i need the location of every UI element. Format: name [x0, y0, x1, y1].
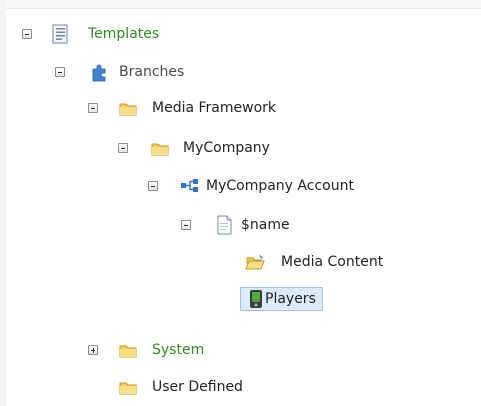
collapse-toggle-icon[interactable]	[55, 67, 65, 77]
tree-node-label[interactable]: $name	[238, 215, 293, 235]
hierarchy-icon	[180, 176, 200, 196]
player-icon	[246, 289, 266, 309]
tree-node-mycompany[interactable]: MyCompany	[0, 136, 481, 160]
folder-icon	[118, 98, 138, 118]
tree-node-media-content[interactable]: Media Content	[0, 250, 481, 274]
tree-node-label[interactable]: User Defined	[149, 377, 246, 397]
tree-node-branches[interactable]: Branches	[0, 60, 481, 84]
tree-node-templates[interactable]: Templates	[0, 22, 481, 46]
collapse-toggle-icon[interactable]	[118, 143, 128, 153]
collapse-toggle-icon[interactable]	[22, 29, 32, 39]
folder-icon	[118, 377, 138, 397]
template-document-icon	[50, 24, 70, 44]
branches-puzzle-icon	[90, 62, 110, 82]
tree-node-label[interactable]: Media Content	[278, 252, 386, 272]
tree-node-label[interactable]: Media Framework	[149, 98, 279, 118]
tree-node-label[interactable]: MyCompany Account	[203, 176, 357, 196]
tree-node-media-framework[interactable]: Media Framework	[0, 96, 481, 120]
tree-node-name[interactable]: $name	[0, 213, 481, 237]
expand-toggle-icon[interactable]	[88, 345, 98, 355]
tree-node-label[interactable]: Templates	[85, 24, 162, 44]
collapse-toggle-icon[interactable]	[148, 181, 158, 191]
collapse-toggle-icon[interactable]	[181, 220, 191, 230]
folder-icon	[118, 340, 138, 360]
tree-panel-top-border	[0, 0, 481, 9]
tree-node-label[interactable]: System	[149, 340, 207, 360]
tree-node-label[interactable]: Branches	[116, 62, 187, 82]
document-icon	[214, 215, 234, 235]
tree-node-label[interactable]: MyCompany	[180, 138, 273, 158]
tree-node-user-defined[interactable]: User Defined	[0, 375, 481, 399]
open-folder-icon	[245, 252, 265, 272]
tree-node-mycompany-account[interactable]: MyCompany Account	[0, 174, 481, 198]
tree-node-players[interactable]: Players	[0, 287, 481, 311]
tree-node-system[interactable]: System	[0, 338, 481, 362]
folder-icon	[150, 138, 170, 158]
collapse-toggle-icon[interactable]	[88, 103, 98, 113]
